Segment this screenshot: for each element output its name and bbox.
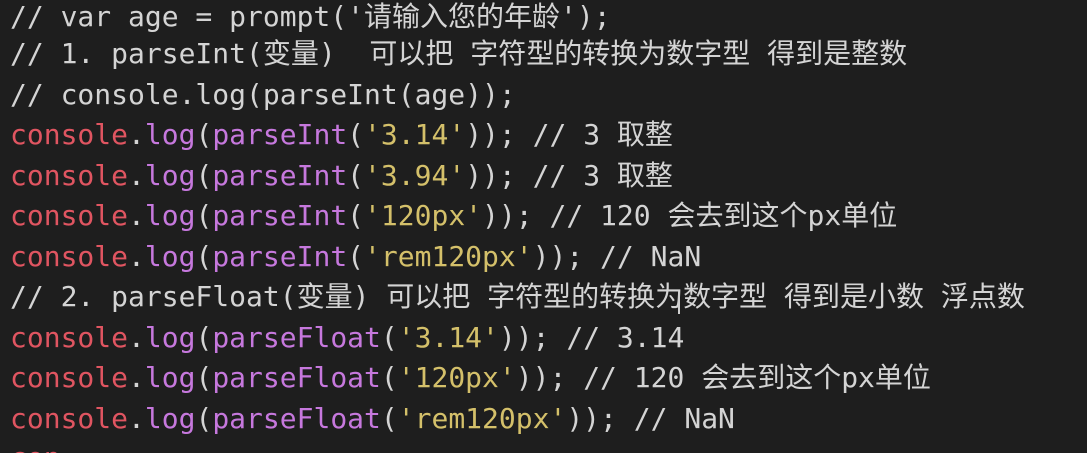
code-punct: . xyxy=(128,239,145,273)
code-punct: ( xyxy=(195,361,213,394)
code-function: parseInt xyxy=(212,158,348,192)
code-punct: )); xyxy=(515,361,567,394)
code-punct: . xyxy=(128,118,145,151)
code-punct: ( xyxy=(380,361,398,394)
code-function: parseInt xyxy=(212,239,348,273)
code-punct: ( xyxy=(195,118,213,151)
code-method: log xyxy=(144,239,196,273)
code-function: parseFloat xyxy=(212,320,381,354)
code-line: console.log(parseInt('3.14')); // 3 取整 xyxy=(10,115,1087,156)
comment-text: // var age = prompt('请输入您的年龄'); xyxy=(10,0,611,33)
code-line: // 1. parseInt(变量) 可以把 字符型的转换为数字型 得到是整数 xyxy=(10,34,1087,75)
code-object: console xyxy=(10,158,129,192)
code-method: log xyxy=(144,118,196,151)
code-line: // console.log(parseInt(age)); xyxy=(10,75,1087,116)
code-line: console.log(parseInt('120px')); // 120 会… xyxy=(10,196,1087,237)
code-punct: . xyxy=(128,401,145,435)
code-object: console xyxy=(10,401,129,435)
code-method: log xyxy=(144,361,196,394)
code-punct: . xyxy=(128,320,145,354)
text-cursor xyxy=(678,292,680,314)
code-punct: )); xyxy=(498,320,550,354)
code-punct: )); xyxy=(532,239,584,273)
code-punct: ( xyxy=(347,158,365,192)
code-punct: ( xyxy=(195,320,213,354)
code-string: '3.94' xyxy=(364,158,466,192)
comment-text: // NaN xyxy=(583,239,702,273)
code-method: log xyxy=(144,158,196,192)
code-object: console xyxy=(10,320,129,354)
code-lines: // var age = prompt('请输入您的年龄'); // 1. par… xyxy=(10,0,1087,439)
code-function: parseInt xyxy=(212,118,348,151)
comment-text: // 120 会去到这个px单位 xyxy=(566,361,931,394)
code-object: console xyxy=(10,118,129,151)
code-function: parseFloat xyxy=(212,401,381,435)
code-object: console xyxy=(10,361,129,394)
code-punct: ( xyxy=(347,239,365,273)
code-punct: ( xyxy=(195,199,213,232)
code-line: console.log(parseFloat('120px')); // 120… xyxy=(10,358,1087,399)
code-punct: ( xyxy=(195,158,213,192)
next-line-partial: con xyxy=(10,444,61,453)
code-string: '3.14' xyxy=(364,118,466,151)
code-string: 'rem120px' xyxy=(364,239,533,273)
code-editor[interactable]: // var age = prompt('请输入您的年龄'); // 1. par… xyxy=(0,0,1087,453)
code-punct: ( xyxy=(347,118,365,151)
code-punct: . xyxy=(128,158,145,192)
code-function: parseInt xyxy=(212,199,348,232)
comment-text: // 3 取整 xyxy=(515,118,673,151)
comment-text: // 3.14 xyxy=(549,320,685,354)
comment-text: // console.log(parseInt(age)); xyxy=(10,77,516,111)
code-string: '3.14' xyxy=(397,320,499,354)
code-line: console.log(parseInt('3.94')); // 3 取整 xyxy=(10,156,1087,197)
comment-text: // 2. parseFloat(变量) 可以把 字符型的转换为数字型 得到是小… xyxy=(10,280,1025,313)
code-string: 'rem120px' xyxy=(397,401,567,435)
code-punct: ( xyxy=(195,239,213,273)
code-line: console.log(parseInt('rem120px')); // Na… xyxy=(10,237,1087,278)
code-line: // var age = prompt('请输入您的年龄'); xyxy=(10,0,1087,34)
comment-text: // 1. parseInt(变量) 可以把 字符型的转换为数字型 得到是整数 xyxy=(10,37,908,70)
code-punct: )); xyxy=(482,199,533,232)
code-punct: )); xyxy=(465,158,516,192)
code-method: log xyxy=(144,199,196,232)
code-method: log xyxy=(144,401,196,435)
code-punct: . xyxy=(128,199,145,232)
code-punct: . xyxy=(128,361,145,394)
comment-text: // 3 取整 xyxy=(515,158,673,192)
code-punct: ( xyxy=(195,401,213,435)
code-string: '120px' xyxy=(364,199,483,232)
code-object: console xyxy=(10,199,129,232)
code-punct: ( xyxy=(380,320,398,354)
code-line: console.log(parseFloat('3.14')); // 3.14 xyxy=(10,318,1087,359)
code-punct: )); xyxy=(566,401,617,435)
comment-text: // NaN xyxy=(616,401,735,435)
code-punct: ( xyxy=(347,199,365,232)
code-string: '120px' xyxy=(397,361,516,394)
code-line: console.log(parseFloat('rem120px')); // … xyxy=(10,399,1087,440)
code-line: // 2. parseFloat(变量) 可以把 字符型的转换为数字型 得到是小… xyxy=(10,277,1087,318)
code-function: parseFloat xyxy=(212,361,381,394)
code-object: console xyxy=(10,239,129,273)
code-punct: ( xyxy=(380,401,398,435)
comment-text: // 120 会去到这个px单位 xyxy=(532,199,898,232)
code-method: log xyxy=(144,320,196,354)
code-punct: )); xyxy=(465,118,516,151)
